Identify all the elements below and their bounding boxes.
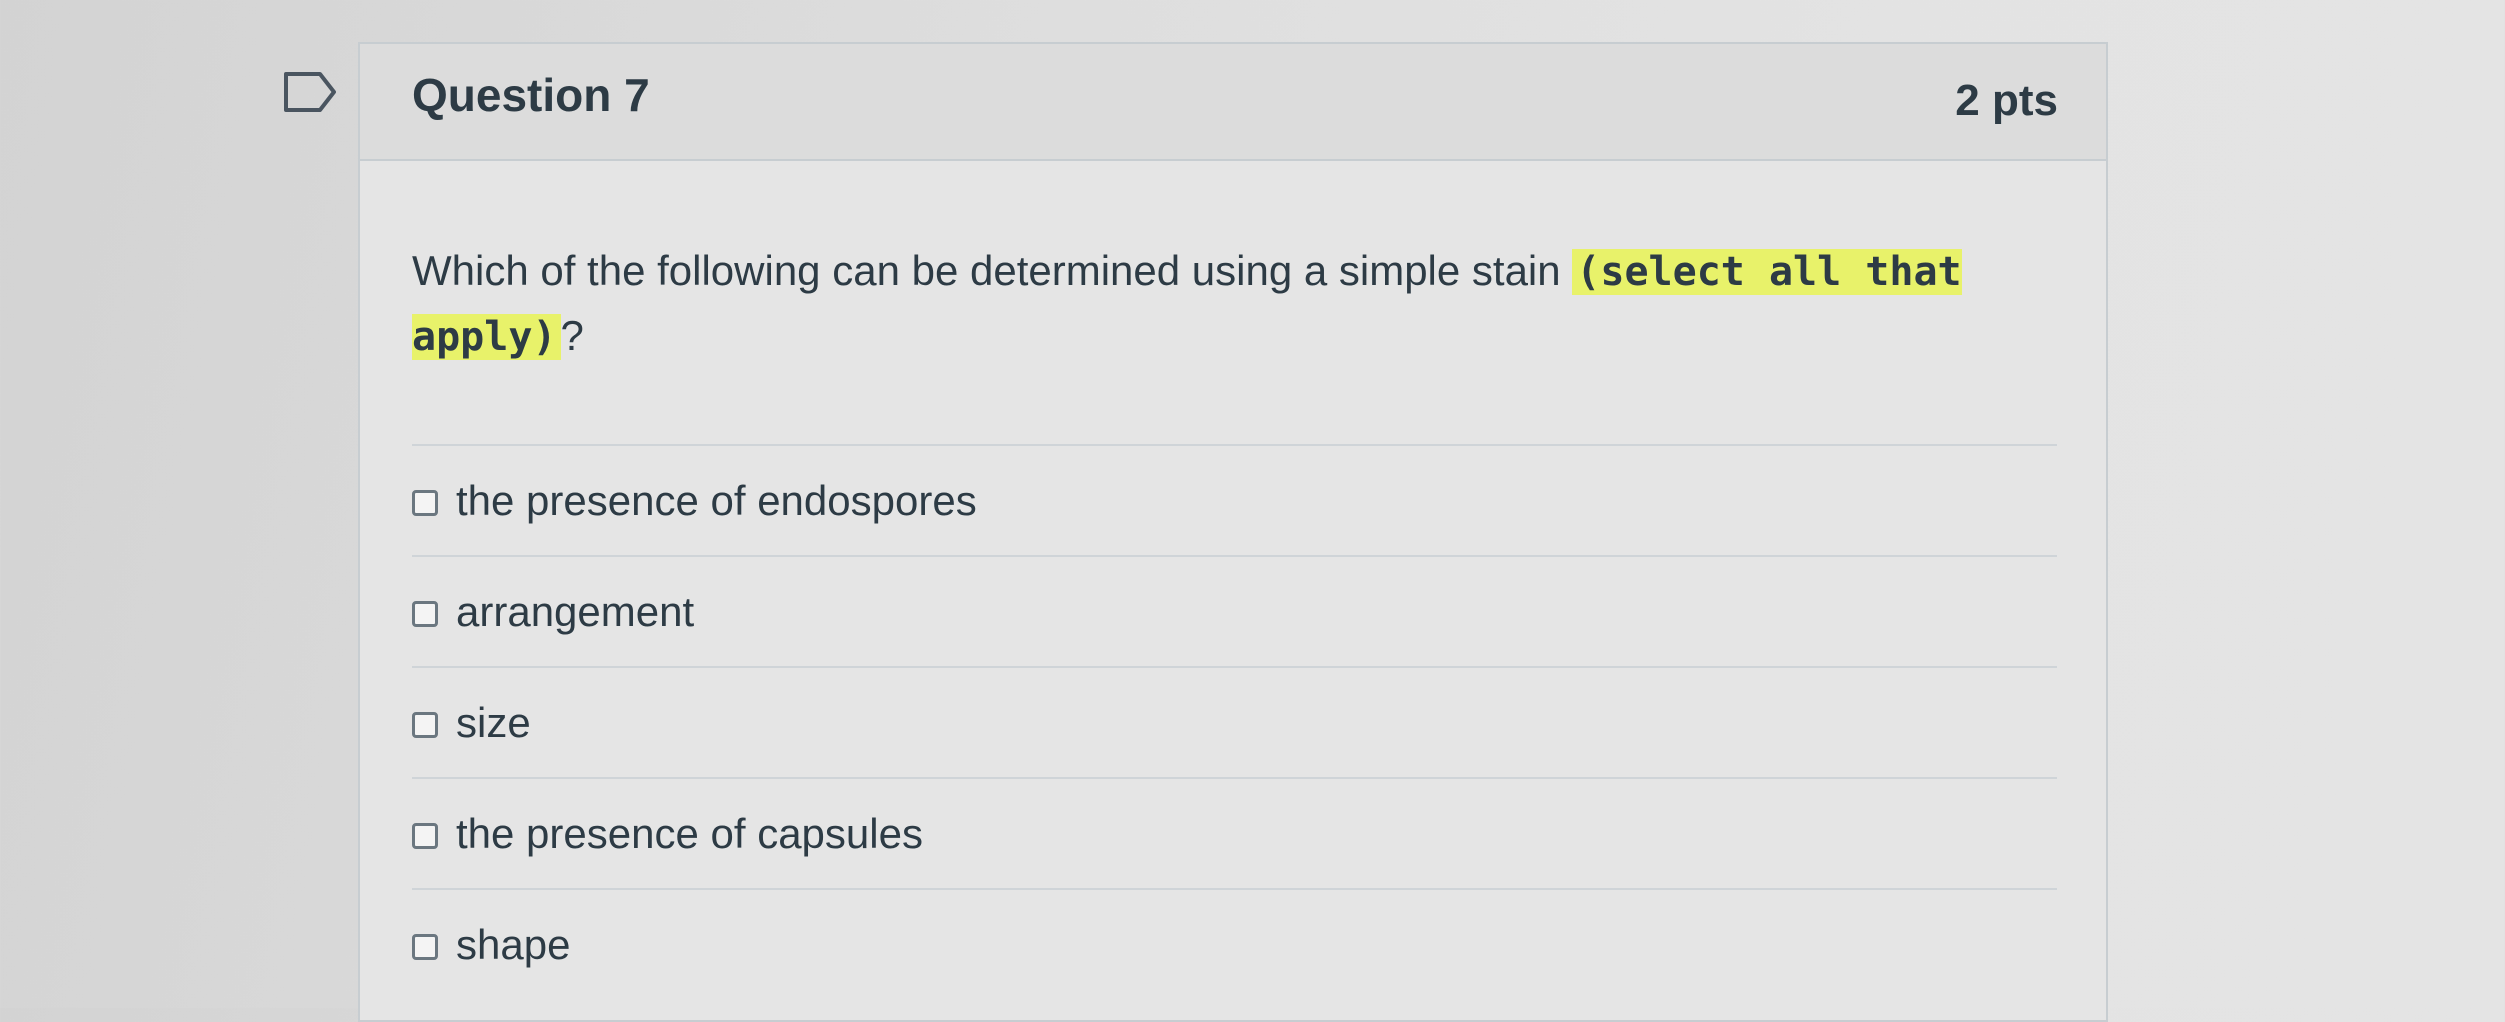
question-text-end: ? [560, 312, 584, 359]
checkbox[interactable] [412, 489, 438, 516]
checkbox[interactable] [412, 600, 438, 627]
checkbox[interactable] [412, 933, 438, 960]
answer-list: the presence of endospores arrangement s… [412, 444, 2057, 999]
answer-option[interactable]: the presence of capsules [412, 777, 2057, 888]
answer-option[interactable]: arrangement [412, 555, 2057, 666]
answer-label: arrangement [456, 587, 695, 635]
answer-label: shape [456, 920, 571, 968]
question-text-main: Which of the following can be determined… [412, 247, 1573, 294]
answer-label: the presence of capsules [456, 809, 923, 857]
answer-option[interactable]: the presence of endospores [412, 444, 2057, 555]
flag-question-icon[interactable] [282, 70, 338, 114]
answer-option[interactable]: shape [412, 888, 2057, 999]
answer-label: size [456, 698, 531, 746]
question-card: Question 7 2 pts Which of the following … [358, 42, 2108, 1022]
answer-option[interactable]: size [412, 666, 2057, 777]
question-text: Which of the following can be determined… [412, 239, 1992, 369]
question-points: 2 pts [1955, 76, 2058, 125]
checkbox[interactable] [412, 822, 438, 849]
answer-label: the presence of endospores [456, 476, 977, 524]
question-header: Question 7 2 pts [360, 44, 2106, 161]
question-title: Question 7 [412, 69, 650, 121]
checkbox[interactable] [412, 711, 438, 738]
